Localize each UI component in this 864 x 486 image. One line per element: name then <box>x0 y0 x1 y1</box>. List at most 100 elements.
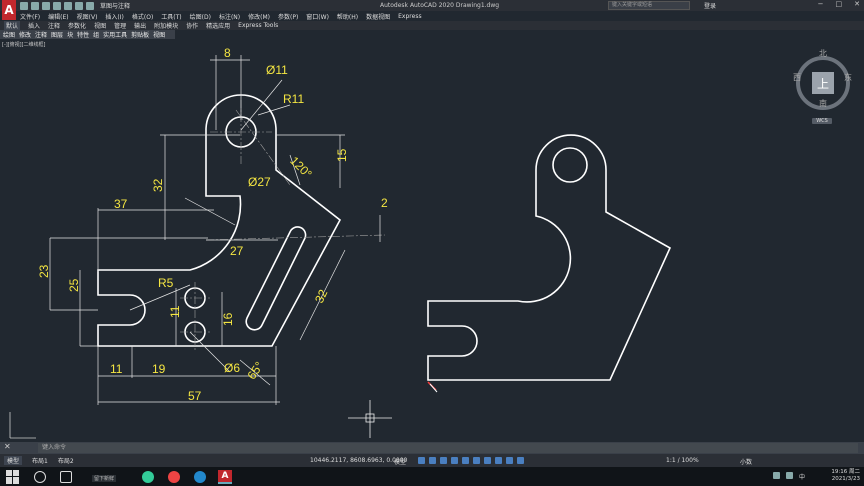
menu-file[interactable]: 文件(F) <box>20 12 40 21</box>
center-lines <box>180 100 386 350</box>
workspace-selector[interactable]: 草图与注释 <box>100 1 130 10</box>
wcs-menu[interactable]: WCS <box>812 118 832 124</box>
close-icon[interactable]: ✕ <box>854 0 860 8</box>
windows-start-icon[interactable] <box>6 469 20 484</box>
compass-east[interactable]: 东 <box>844 72 852 83</box>
viewcube[interactable]: 北 南 东 西 上 WCS <box>793 48 852 126</box>
osnap-icon[interactable] <box>462 457 469 464</box>
tab-model[interactable]: 模型 <box>4 456 23 465</box>
taskbar-clock[interactable]: 19:16 周二 2021/3/23 <box>831 469 860 483</box>
tray-ime-icon[interactable]: 中 <box>799 472 806 481</box>
autocad-taskbar-icon[interactable]: A <box>218 469 232 484</box>
panel-annotation[interactable]: 注释 <box>35 30 47 39</box>
menu-express[interactable]: Express <box>398 13 421 20</box>
redo-icon[interactable] <box>86 1 94 10</box>
menu-bar: 文件(F) 编辑(E) 视图(V) 插入(I) 格式(O) 工具(T) 绘图(D… <box>20 11 422 21</box>
dim-height-25: 25 <box>67 278 81 292</box>
compass-west[interactable]: 西 <box>793 72 801 83</box>
open-file-icon[interactable] <box>31 1 39 10</box>
ucs-icon <box>9 412 36 439</box>
title-bar: A 草图与注释 Autodesk AutoCAD 2020 Drawing1.d… <box>0 0 864 20</box>
tab-express-tools[interactable]: Express Tools <box>238 22 278 29</box>
panel-groups[interactable]: 组 <box>93 30 99 39</box>
compass-south[interactable]: 南 <box>819 98 827 109</box>
menu-parametric[interactable]: 参数(P) <box>278 12 298 21</box>
viewcube-top-face[interactable]: 上 <box>812 72 834 94</box>
panel-layers[interactable]: 图层 <box>51 30 63 39</box>
system-tray: 中 <box>773 472 806 481</box>
panel-modify[interactable]: 修改 <box>19 30 31 39</box>
wechat-icon[interactable] <box>142 470 154 483</box>
close-icon[interactable]: ✕ <box>4 442 11 451</box>
panel-clipboard[interactable]: 剪贴板 <box>131 30 149 39</box>
tab-featured-apps[interactable]: 精选应用 <box>206 21 230 30</box>
task-view-icon[interactable] <box>60 470 72 483</box>
menu-edit[interactable]: 编辑(E) <box>48 12 68 21</box>
grid-icon[interactable] <box>418 457 425 464</box>
menu-window[interactable]: 窗口(W) <box>306 12 329 21</box>
menu-data-view[interactable]: 数据视图 <box>366 12 390 21</box>
annotation-scale-icon[interactable] <box>517 457 524 464</box>
menu-tools[interactable]: 工具(T) <box>161 12 181 21</box>
ortho-icon[interactable] <box>440 457 447 464</box>
panel-block[interactable]: 块 <box>67 30 73 39</box>
tray-volume-icon[interactable] <box>786 472 793 479</box>
tab-output[interactable]: 输出 <box>134 21 146 30</box>
tab-default[interactable]: 默认 <box>4 21 21 30</box>
tab-insert[interactable]: 插入 <box>28 21 40 30</box>
menu-dimension[interactable]: 标注(N) <box>219 12 240 21</box>
compass-north[interactable]: 北 <box>819 48 827 59</box>
undo-icon[interactable] <box>75 1 83 10</box>
tab-manage[interactable]: 管理 <box>114 21 126 30</box>
menu-draw[interactable]: 绘图(D) <box>190 12 211 21</box>
edge-icon[interactable] <box>194 470 206 483</box>
taskbar-note[interactable]: 留下新鲜 <box>92 475 117 482</box>
lineweight-icon[interactable] <box>484 457 491 464</box>
search-icon[interactable] <box>34 470 46 483</box>
annotation-scale[interactable]: 1:1 / 100% <box>666 457 699 464</box>
viewport-controls-label[interactable]: [-][俯视][二维线框] <box>2 41 46 48</box>
menu-view[interactable]: 视图(V) <box>77 12 98 21</box>
login-button[interactable]: 登录 <box>704 1 716 10</box>
selection-cycling-icon[interactable] <box>506 457 513 464</box>
dim-width-11: 11 <box>110 362 123 376</box>
search-input[interactable]: 键入关键字或短语 <box>608 1 690 10</box>
panel-properties[interactable]: 特性 <box>77 30 89 39</box>
new-file-icon[interactable] <box>20 1 28 10</box>
window-controls: − □ ✕ <box>818 0 860 8</box>
command-input[interactable]: 键入命令 <box>38 443 858 453</box>
menu-modify[interactable]: 修改(M) <box>248 12 270 21</box>
model-space-toggle[interactable]: 模型 <box>394 457 406 466</box>
panel-view[interactable]: 视图 <box>153 30 165 39</box>
menu-insert[interactable]: 插入(I) <box>105 12 123 21</box>
snap-icon[interactable] <box>429 457 436 464</box>
drawing-canvas[interactable]: 8 Ø11 R11 120° 15 32 Ø27 37 2 27 23 25 R… <box>0 40 864 440</box>
dim-width-19: 19 <box>152 362 166 376</box>
autocad-logo-button[interactable]: A <box>2 0 16 20</box>
menu-help[interactable]: 帮助(H) <box>337 12 358 21</box>
tab-view[interactable]: 视图 <box>94 21 106 30</box>
panel-utilities[interactable]: 实用工具 <box>103 30 127 39</box>
otrack-icon[interactable] <box>473 457 480 464</box>
dim-slot-length-32: 32 <box>312 287 330 305</box>
save-icon[interactable] <box>42 1 50 10</box>
tab-parametric[interactable]: 参数化 <box>68 21 86 30</box>
tab-collaborate[interactable]: 协作 <box>186 21 198 30</box>
panel-draw[interactable]: 绘图 <box>3 30 15 39</box>
units-selector[interactable]: 小数 <box>740 457 752 466</box>
save-as-icon[interactable] <box>53 1 61 10</box>
tab-annotate[interactable]: 注释 <box>48 21 60 30</box>
tab-layout1[interactable]: 布局1 <box>32 456 48 465</box>
chrome-icon[interactable] <box>168 470 180 483</box>
maximize-icon[interactable]: □ <box>836 0 843 8</box>
polar-icon[interactable] <box>451 457 458 464</box>
drafting-toggles <box>418 457 524 464</box>
tab-addins[interactable]: 附加模块 <box>154 21 178 30</box>
tray-network-icon[interactable] <box>773 472 780 479</box>
print-icon[interactable] <box>64 1 72 10</box>
menu-format[interactable]: 格式(O) <box>132 12 153 21</box>
transparency-icon[interactable] <box>495 457 502 464</box>
clock-time: 19:16 周二 <box>831 469 860 475</box>
tab-layout2[interactable]: 布局2 <box>58 456 74 465</box>
minimize-icon[interactable]: − <box>818 0 824 8</box>
